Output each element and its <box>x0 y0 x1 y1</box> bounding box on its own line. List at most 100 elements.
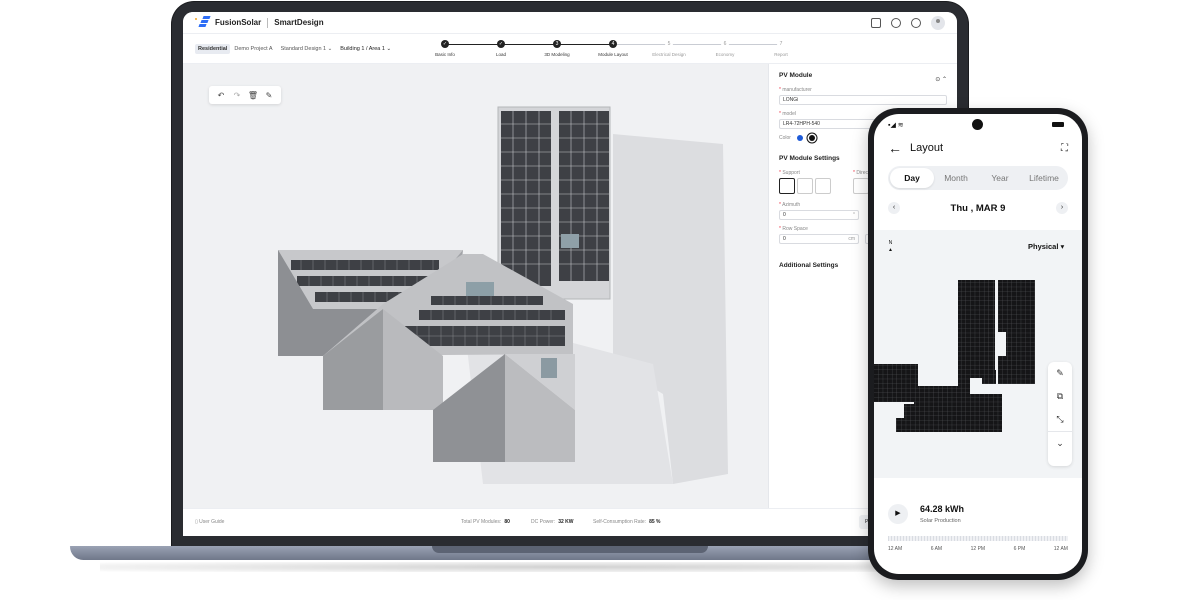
time-label: 6 PM <box>1013 546 1026 552</box>
phone-page-title: Layout <box>910 142 944 154</box>
lower-right-roof <box>433 354 505 462</box>
row-space-input[interactable]: 0 cm <box>779 234 859 244</box>
marketing-stage: FusionSolar SmartDesign Residential Demo… <box>0 0 1200 600</box>
laptop-screen: FusionSolar SmartDesign Residential Demo… <box>183 12 957 536</box>
front-camera <box>972 119 983 130</box>
time-axis-labels: 12 AM 6 AM 12 PM 6 PM 12 AM <box>888 546 1068 552</box>
chevron-down-icon: ⌄ <box>386 45 392 52</box>
view-mode-select[interactable]: Physical ▾ <box>1028 242 1064 251</box>
panel-title: PV Module <box>779 72 813 79</box>
step-economy[interactable]: 6 Economy <box>697 40 753 57</box>
manufacturer-select[interactable]: LONGi <box>779 95 947 105</box>
color-swatch-blue[interactable] <box>796 135 803 141</box>
app-header: FusionSolar SmartDesign <box>183 12 957 34</box>
help-icon[interactable] <box>911 17 921 28</box>
collapse-icon[interactable]: ⤡ <box>1048 408 1072 431</box>
fullscreen-icon[interactable]: ⛶ <box>1061 143 1068 154</box>
edit-pencil-icon[interactable]: ✎ <box>1048 362 1072 385</box>
step-label: Report <box>774 52 788 57</box>
breadcrumb-project[interactable]: Demo Project A <box>234 46 272 52</box>
layers-icon[interactable]: ⧉ <box>1048 385 1072 408</box>
step-load[interactable]: ✓ Load <box>473 40 529 57</box>
step-number: 6 <box>721 40 729 48</box>
north-arrow-icon: ▲ <box>888 247 893 253</box>
azimuth-input[interactable]: 0 ° <box>779 210 859 220</box>
layout-side-toolbar: ✎ ⧉ ⤡ ⌄ <box>1048 362 1072 466</box>
tab-lifetime[interactable]: Lifetime <box>1022 168 1066 188</box>
user-guide-link[interactable]: ▯ User Guide <box>195 519 224 525</box>
project-type-badge: Residential <box>195 43 231 54</box>
self-consumption-stat: Self-Consumption Rate: 85 % <box>593 519 661 525</box>
step-number: 5 <box>665 40 673 48</box>
step-electrical-design[interactable]: 5 Electrical Design <box>641 40 697 57</box>
dc-power-stat: DC Power: 32 KW <box>531 519 574 525</box>
step-number: 4 <box>609 40 617 48</box>
step-basic-info[interactable]: ✓ Basic Info <box>417 40 473 57</box>
info-icon[interactable]: ⊙ ⌃ <box>935 76 947 83</box>
product-name: SmartDesign <box>274 18 324 27</box>
tab-year[interactable]: Year <box>978 168 1022 188</box>
support-rack-icon[interactable] <box>815 178 831 194</box>
design-stepper: ✓ Basic Info ✓ Load 3 3D Modeling 4 Modu… <box>435 40 791 60</box>
brand-name: FusionSolar <box>215 18 262 27</box>
3d-modeling-canvas[interactable]: ↶ ↷ 🗑 ✎ <box>183 64 768 508</box>
time-slider[interactable] <box>888 536 1068 541</box>
battery-icon <box>1052 122 1064 127</box>
next-date-icon[interactable]: › <box>1055 202 1068 214</box>
step-label: 3D Modeling <box>544 52 570 57</box>
date-navigator: ‹ Thu , MAR 9 › <box>888 200 1068 216</box>
support-label: * Support <box>779 170 800 176</box>
step-label: Load <box>495 52 506 57</box>
total-modules-stat: Total PV Modules: 80 <box>461 519 510 525</box>
breadcrumb-design[interactable]: Standard Design 1 ⌄ <box>281 46 333 52</box>
laptop-hinge-notch <box>432 546 708 553</box>
skylight <box>466 282 494 296</box>
time-label: 12 AM <box>888 546 903 552</box>
step-label: Economy <box>715 52 735 57</box>
energy-label: Solar Production <box>920 518 961 524</box>
module-layout-view[interactable]: N ▲ Physical ▾ ✎ ⧉ ⤡ ⌄ <box>874 230 1082 478</box>
language-icon[interactable] <box>871 17 881 28</box>
support-tilted-icon[interactable] <box>797 178 813 194</box>
roof-vent <box>541 358 557 378</box>
step-label: Basic Info <box>435 52 455 57</box>
pv-layout-diagram <box>874 280 1035 432</box>
step-3d-modeling[interactable]: 3 3D Modeling <box>529 40 585 57</box>
manufacturer-label: * manufacturer <box>779 87 812 93</box>
status-bar: ▯ User Guide Total PV Modules: 80 DC Powe… <box>183 508 957 536</box>
step-label: Electrical Design <box>652 52 686 57</box>
building-3d-model[interactable] <box>183 64 768 508</box>
support-options <box>779 178 847 194</box>
signal-wifi-icon: ▪◢ ≋ <box>888 122 904 129</box>
direction-portrait-icon[interactable] <box>853 178 869 194</box>
energy-card: ▶ 64.28 kWh Solar Production 12 AM 6 AM … <box>882 488 1074 568</box>
color-label: Color <box>779 135 791 141</box>
step-label: Module Layout <box>598 52 628 57</box>
step-report[interactable]: 7 Report <box>753 40 809 57</box>
period-tabs: Day Month Year Lifetime <box>888 166 1068 190</box>
fusionsolar-logo-icon <box>195 15 211 30</box>
support-flat-icon[interactable] <box>779 178 795 194</box>
back-arrow-icon[interactable]: ← <box>888 141 902 155</box>
step-check-icon: ✓ <box>497 40 505 48</box>
energy-value: 64.28 kWh <box>920 504 965 514</box>
breadcrumb-area[interactable]: Building 1 / Area 1 ⌄ <box>340 46 391 52</box>
time-label: 6 AM <box>930 546 943 552</box>
play-icon[interactable]: ▶ <box>888 504 908 524</box>
chevron-down-icon: ⌄ <box>327 45 333 52</box>
phone-header: ← Layout ⛶ <box>888 140 1068 156</box>
current-date: Thu , MAR 9 <box>950 202 1006 214</box>
time-label: 12 PM <box>970 546 986 552</box>
project-breadcrumb-bar: Residential Demo Project A Standard Desi… <box>183 34 957 64</box>
tab-month[interactable]: Month <box>934 168 978 188</box>
pv-module-grid <box>874 280 1035 432</box>
header-icons <box>871 15 945 30</box>
step-module-layout[interactable]: 4 Module Layout <box>585 40 641 57</box>
user-avatar-icon[interactable] <box>931 15 945 30</box>
step-check-icon: ✓ <box>441 40 449 48</box>
tab-day[interactable]: Day <box>890 168 934 188</box>
color-swatch-black[interactable] <box>808 135 815 141</box>
prev-date-icon[interactable]: ‹ <box>888 202 900 214</box>
refresh-icon[interactable] <box>891 17 901 28</box>
chevron-down-icon[interactable]: ⌄ <box>1048 431 1072 454</box>
